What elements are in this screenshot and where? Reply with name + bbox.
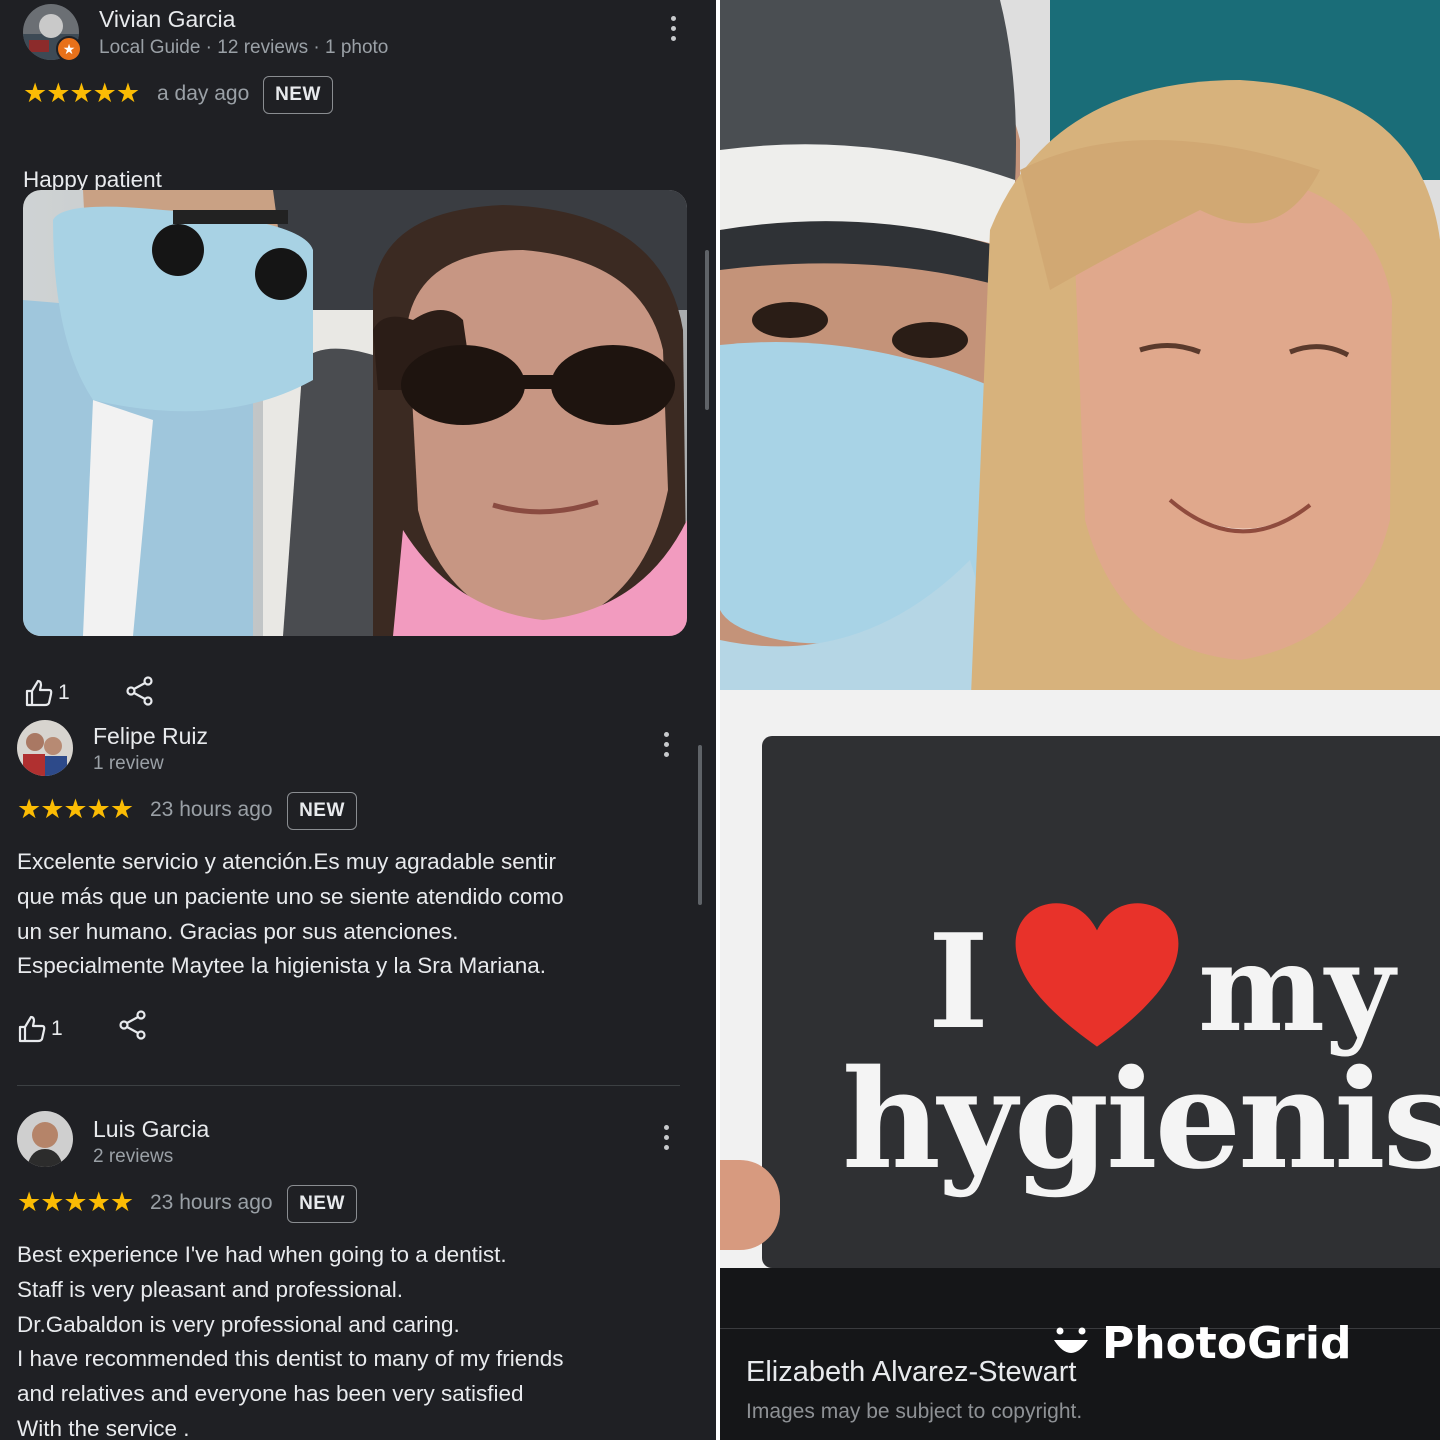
reviewer-meta: 1 review — [93, 753, 164, 774]
review-time: 23 hours ago — [150, 798, 273, 821]
photogrid-logo-icon — [1052, 1326, 1090, 1367]
share-button[interactable] — [119, 1010, 147, 1040]
like-button[interactable]: 1 — [17, 1014, 63, 1044]
like-button[interactable]: 1 — [24, 678, 70, 708]
review-text-content: Happy patient — [23, 166, 162, 192]
divider — [17, 1085, 680, 1086]
avatar[interactable] — [17, 1111, 73, 1167]
more-options-icon[interactable] — [662, 732, 670, 760]
new-badge: NEW — [263, 76, 333, 114]
photogrid-watermark: PhotoGrid — [1102, 1318, 1352, 1369]
copyright-note: Images may be subject to copyright. — [746, 1400, 1083, 1423]
scrollbar[interactable] — [698, 745, 702, 905]
thumbs-up-icon — [18, 1015, 46, 1043]
rating-stars: ★★★★★ — [23, 78, 140, 108]
scrollbar[interactable] — [705, 250, 709, 410]
avatar[interactable] — [17, 720, 73, 776]
review-text: Excelente servicio y atención.Es muy agr… — [17, 849, 564, 979]
sign-text-hygienis: hygienis — [842, 1040, 1440, 1200]
photo-scene — [720, 0, 1440, 720]
sign-text-i: I — [928, 905, 989, 1058]
more-options-icon[interactable] — [669, 16, 677, 44]
reviewer-meta: 2 reviews — [93, 1146, 174, 1167]
reviewer-meta: Local Guide · 12 reviews · 1 photo — [99, 37, 389, 58]
share-button[interactable] — [126, 676, 154, 706]
share-icon — [126, 676, 153, 706]
heart-icon — [1008, 900, 1186, 1057]
like-count: 1 — [51, 1017, 63, 1040]
rating-stars: ★★★★★ — [17, 794, 134, 824]
review-text: Best experience I've had when going to a… — [17, 1242, 564, 1440]
review-photo[interactable] — [23, 190, 687, 636]
reviews-panel: ★ Vivian Garcia Local Guide · 12 reviews… — [0, 0, 716, 1440]
reviewer-name[interactable]: Luis Garcia — [93, 1116, 209, 1143]
review-time: a day ago — [157, 82, 250, 105]
more-options-icon[interactable] — [662, 1125, 670, 1153]
new-badge: NEW — [287, 1185, 357, 1223]
review-photo-large[interactable]: I my hygienis Elizabeth Alvarez-Stewart … — [720, 0, 1440, 1440]
share-icon — [119, 1010, 146, 1040]
photographer-name[interactable]: Elizabeth Alvarez-Stewart — [746, 1356, 1076, 1389]
reviewer-name[interactable]: Vivian Garcia — [99, 6, 235, 33]
sign-text-my: my — [1198, 918, 1395, 1059]
new-badge: NEW — [287, 792, 357, 830]
review-time: 23 hours ago — [150, 1191, 273, 1214]
thumbs-up-icon — [25, 679, 53, 707]
local-guide-icon: ★ — [56, 36, 82, 62]
rating-stars: ★★★★★ — [17, 1187, 134, 1217]
review-card: Luis Garcia 2 reviews ★★★★★ 23 hours ago… — [0, 1105, 716, 1440]
reviewer-name[interactable]: Felipe Ruiz — [93, 723, 208, 750]
review-card: ★ Vivian Garcia Local Guide · 12 reviews… — [0, 0, 716, 712]
review-card: Felipe Ruiz 1 review ★★★★★ 23 hours ago … — [0, 712, 716, 1082]
like-count: 1 — [58, 681, 70, 704]
